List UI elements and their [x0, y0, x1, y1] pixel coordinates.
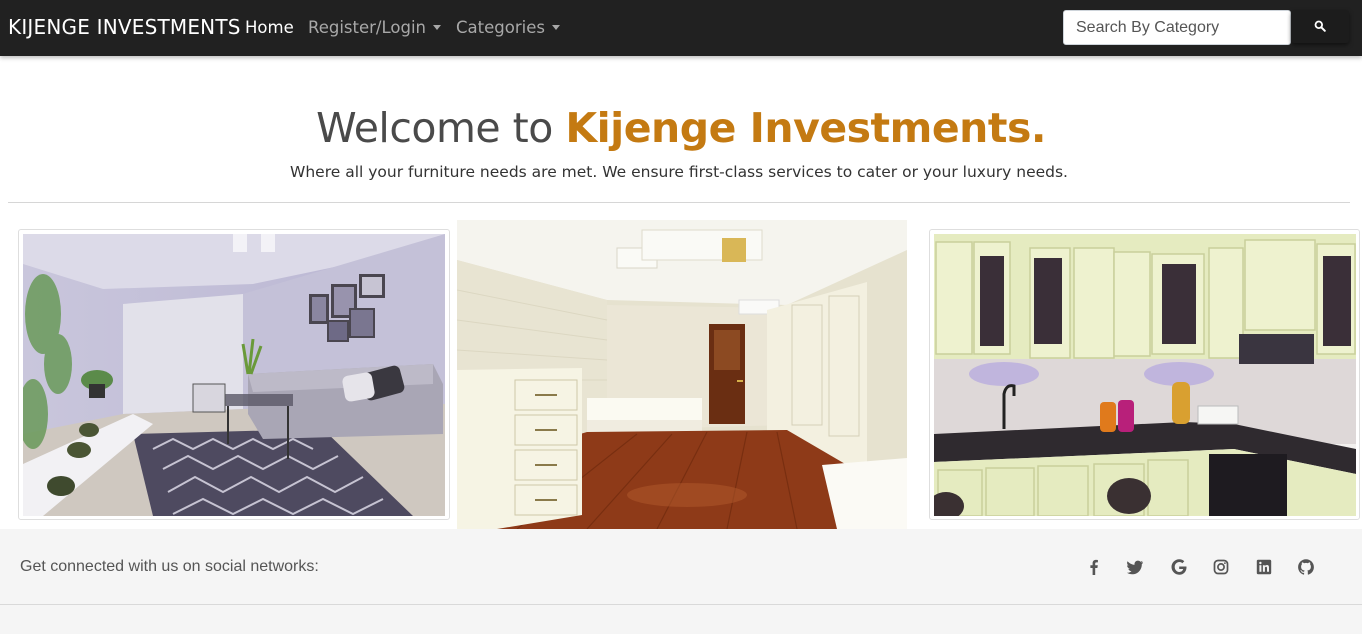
social-connect-text: Get connected with us on social networks… [20, 558, 319, 575]
github-icon[interactable] [1297, 558, 1315, 576]
navbar: KIJENGE INVESTMENTS Home Register/Login … [0, 0, 1362, 56]
google-icon[interactable] [1170, 558, 1188, 576]
search-icon [1314, 20, 1326, 32]
divider [8, 202, 1350, 203]
nav-categories-dropdown[interactable]: Categories [456, 18, 560, 37]
nav-home[interactable]: Home [245, 18, 294, 37]
gallery-card-living-room [18, 229, 450, 520]
search-input[interactable] [1063, 10, 1291, 45]
gallery-card-kitchen [929, 229, 1360, 520]
page-subtitle: Where all your furniture needs are met. … [290, 163, 1068, 181]
linkedin-icon[interactable] [1255, 558, 1273, 576]
search-button[interactable] [1291, 10, 1349, 43]
title-accent: Kijenge Investments. [565, 104, 1046, 152]
twitter-icon[interactable] [1126, 558, 1144, 576]
caret-down-icon [433, 25, 442, 30]
nav-categories-label: Categories [456, 18, 545, 37]
caret-down-icon [551, 25, 560, 30]
footer: Get connected with us on social networks… [0, 529, 1362, 634]
instagram-icon[interactable] [1212, 558, 1230, 576]
living-room-photo [23, 234, 445, 516]
nav-register-login-label: Register/Login [308, 18, 427, 37]
kitchen-photo [934, 234, 1356, 516]
title-prefix: Welcome to [316, 104, 566, 152]
nav-register-login-dropdown[interactable]: Register/Login [308, 18, 442, 37]
facebook-icon[interactable] [1085, 558, 1103, 576]
footer-divider [0, 604, 1362, 605]
brand-logo[interactable]: KIJENGE INVESTMENTS [8, 15, 241, 39]
bedroom-photo [457, 220, 907, 529]
page-title: Welcome to Kijenge Investments. [0, 104, 1362, 152]
